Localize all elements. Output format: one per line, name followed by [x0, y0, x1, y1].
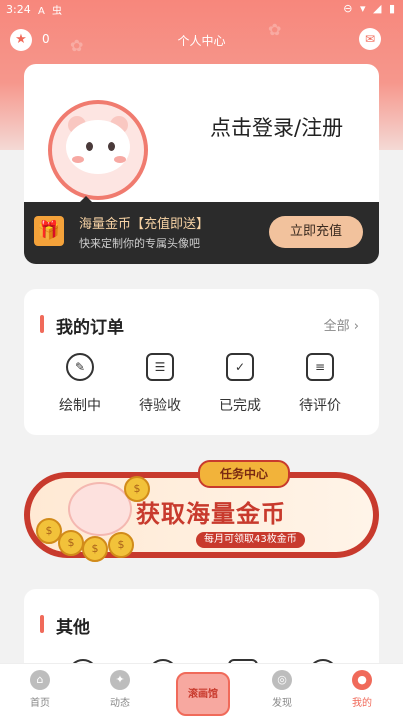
status-time: 3:24	[6, 3, 31, 16]
order-label: 已完成	[219, 398, 261, 414]
status-bar: 3:24 A 虫 ⊖ ▾ ◢ ▮	[0, 0, 403, 18]
inspect-icon: ☰	[146, 353, 174, 381]
banner-title: 获取海量金币	[136, 500, 286, 528]
coin-icon: $	[82, 536, 108, 562]
banner-subtitle: 每月可领取43枚金币	[196, 532, 305, 548]
box-check-icon: ✓	[226, 353, 254, 381]
order-drawing[interactable]: ✎ 绘制中	[42, 353, 118, 423]
system-icons: ⊖ ▾ ◢ ▮	[343, 2, 397, 15]
center-tab-label: 滚画馆	[188, 689, 218, 700]
coin-icon: $	[58, 530, 84, 556]
order-inspect[interactable]: ☰ 待验收	[122, 353, 198, 423]
avatar-blush	[114, 156, 126, 163]
other-title: 其他	[56, 618, 90, 638]
orders-title: 我的订单	[56, 318, 124, 338]
tab-label: 动态	[110, 698, 130, 709]
tab-discover[interactable]: ◎ 发现	[242, 670, 322, 709]
orders-all-link[interactable]: 全部 ›	[324, 315, 359, 334]
banner-tag: 任务中心	[198, 460, 290, 488]
profile-card: 点击登录/注册 🎁 海量金币【充值即送】 快来定制你的专属头像吧 立即充值	[24, 64, 379, 264]
recharge-subtitle: 快来定制你的专属头像吧	[79, 237, 200, 250]
avatar-face	[66, 120, 130, 174]
avatar-eye	[108, 142, 115, 151]
login-register-link[interactable]: 点击登录/注册	[210, 112, 343, 142]
feed-icon: ✦	[110, 670, 130, 690]
center-tab-button[interactable]: 滚画馆	[176, 672, 230, 716]
order-label: 绘制中	[59, 398, 101, 414]
home-icon: ⌂	[30, 670, 50, 690]
recharge-title: 海量金币【充值即送】	[79, 217, 210, 232]
order-completed[interactable]: ✓ 已完成	[202, 353, 278, 423]
notification-icons: A 虫	[38, 6, 65, 17]
order-label: 待评价	[299, 398, 341, 414]
comment-icon: ≡	[306, 353, 334, 381]
task-center-banner[interactable]: $ $ $ $ $ 任务中心 获取海量金币 每月可领取43枚金币	[24, 460, 379, 565]
avatar[interactable]	[48, 100, 148, 200]
tab-label: 我的	[352, 698, 372, 709]
avatar-eye	[86, 142, 93, 151]
tab-label: 发现	[272, 698, 292, 709]
pen-circle-icon: ✎	[66, 353, 94, 381]
section-accent-bar	[40, 315, 44, 333]
section-accent-bar	[40, 615, 44, 633]
order-review[interactable]: ≡ 待评价	[282, 353, 358, 423]
recharge-banner: 🎁 海量金币【充值即送】 快来定制你的专属头像吧 立即充值	[24, 202, 379, 264]
recharge-button[interactable]: 立即充值	[269, 216, 363, 248]
mine-icon: ●	[352, 670, 372, 690]
tab-home[interactable]: ⌂ 首页	[0, 670, 80, 709]
orders-card: 我的订单 全部 › ✎ 绘制中 ☰ 待验收 ✓ 已完成 ≡ 待评价	[24, 289, 379, 435]
avatar-blush	[72, 156, 84, 163]
tab-label: 首页	[30, 698, 50, 709]
coin-icon: $	[108, 532, 134, 558]
tab-mine[interactable]: ● 我的	[322, 670, 402, 709]
top-bar: ★ 0 个人中心 ✉	[0, 24, 403, 56]
discover-icon: ◎	[272, 670, 292, 690]
order-label: 待验收	[139, 398, 181, 414]
mascot-icon	[68, 482, 132, 536]
tab-feed[interactable]: ✦ 动态	[80, 670, 160, 709]
message-icon[interactable]: ✉	[359, 28, 381, 50]
gift-icon: 🎁	[34, 216, 64, 246]
page-title: 个人中心	[177, 34, 226, 48]
